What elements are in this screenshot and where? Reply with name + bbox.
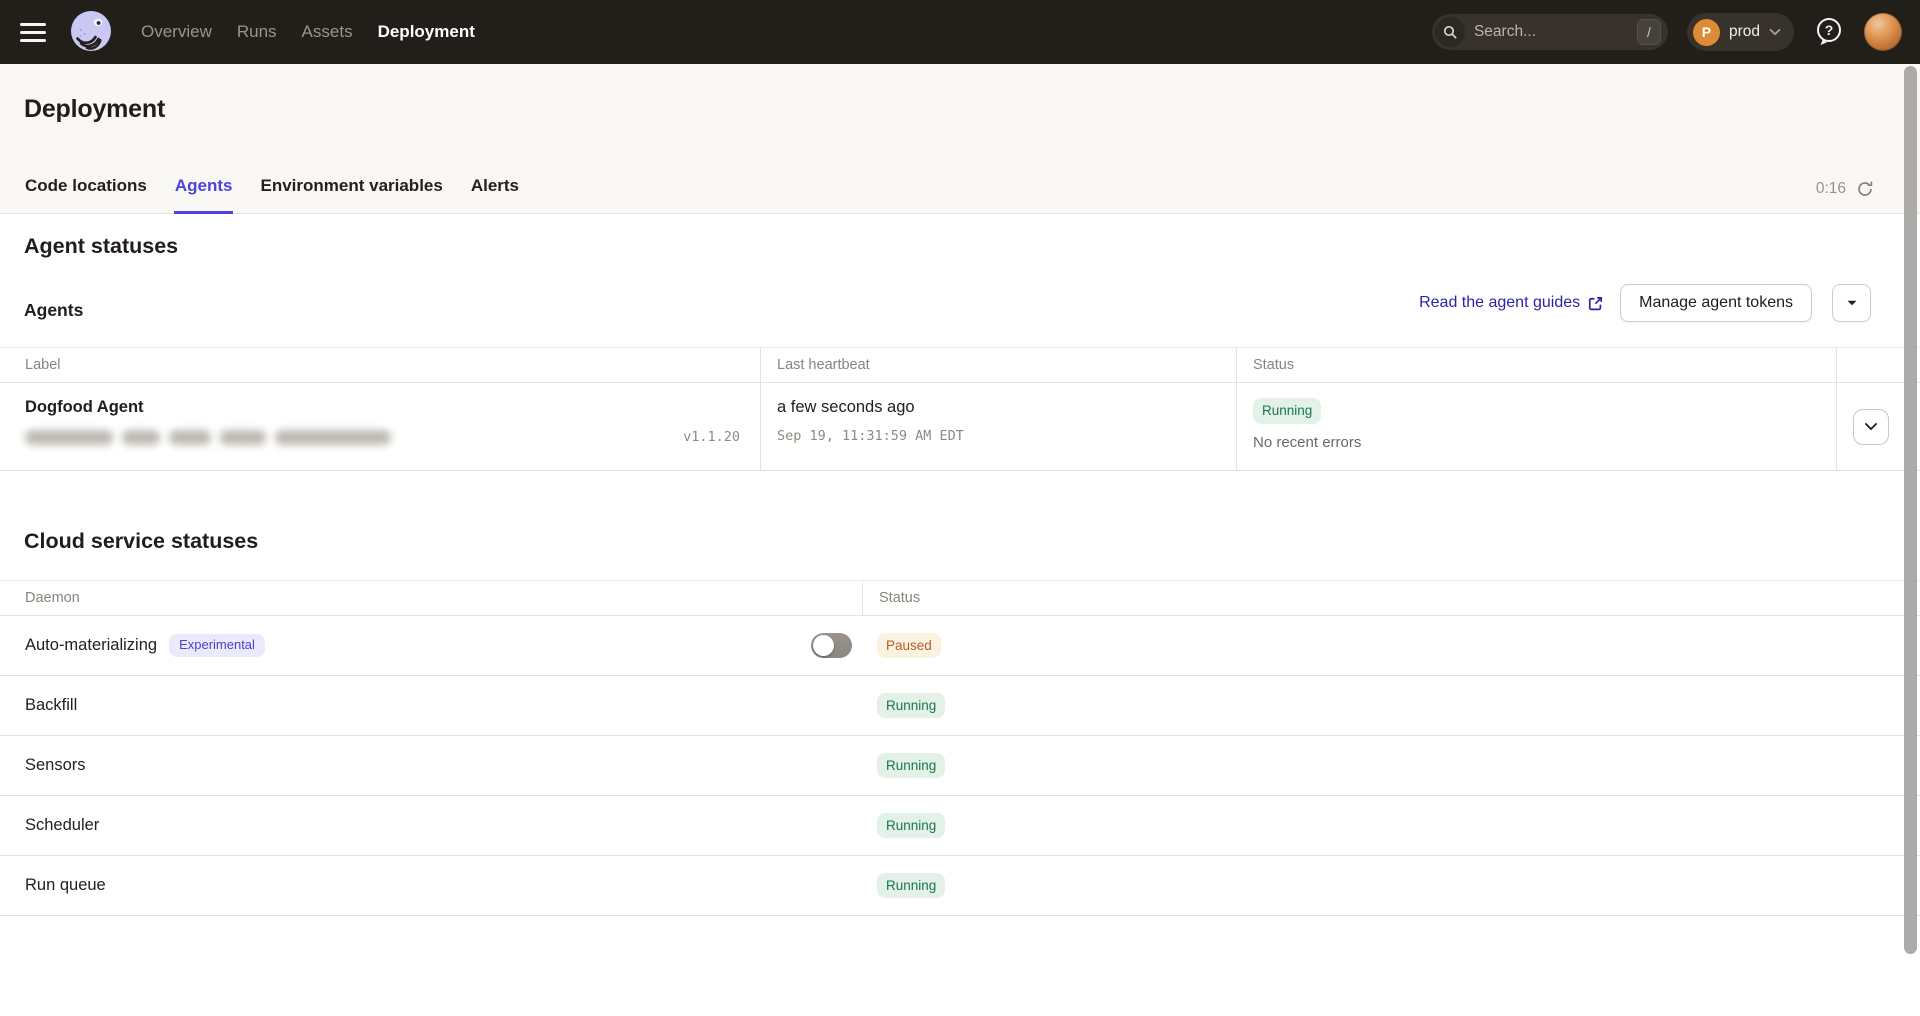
search-shortcut-key: / (1637, 19, 1661, 45)
daemon-status-cell: Running (862, 856, 1920, 915)
page-title: Deployment (24, 95, 165, 124)
agent-controls: Read the agent guides Manage agent token… (1419, 284, 1871, 322)
search-input-container[interactable]: / (1432, 14, 1668, 50)
experimental-badge: Experimental (169, 634, 265, 657)
daemon-status-cell: Running (862, 796, 1920, 855)
tab-code-locations[interactable]: Code locations (24, 176, 148, 214)
top-nav: Overview Runs Assets Deployment / P prod (0, 0, 1920, 64)
agent-guides-link[interactable]: Read the agent guides (1419, 294, 1604, 312)
search-input[interactable] (1474, 23, 1637, 41)
status-badge: Running (877, 873, 945, 899)
daemons-table: Daemon Status Auto-materializing Experim… (0, 580, 1920, 916)
agent-version: v1.1.20 (683, 429, 740, 445)
refresh-control[interactable]: 0:16 (1816, 180, 1874, 198)
nav-item-overview[interactable]: Overview (141, 22, 212, 42)
primary-nav: Overview Runs Assets Deployment (141, 22, 475, 42)
daemon-cell: Auto-materializing Experimental (0, 616, 862, 675)
scrollbar-thumb[interactable] (1904, 66, 1917, 954)
daemon-name: Backfill (25, 696, 77, 715)
daemon-cell: Backfill (0, 676, 862, 735)
svg-text:?: ? (1825, 22, 1834, 38)
agent-name: Dogfood Agent (25, 398, 744, 417)
daemon-name: Sensors (25, 756, 86, 775)
page-header: Deployment Code locations Agents Environ… (0, 64, 1920, 214)
expand-row-button[interactable] (1853, 409, 1889, 445)
table-row: Run queue Running (0, 856, 1920, 916)
user-avatar[interactable] (1864, 13, 1902, 51)
agent-statuses-heading: Agent statuses (24, 234, 178, 259)
agent-label-cell: Dogfood Agent v1.1.20 (0, 383, 760, 470)
chevron-down-icon (1769, 28, 1781, 36)
daemon-cell: Run queue (0, 856, 862, 915)
daemon-name: Auto-materializing (25, 636, 157, 655)
column-header-label: Label (0, 348, 760, 382)
agents-table: Label Last heartbeat Status Dogfood Agen… (0, 347, 1920, 471)
external-link-icon (1587, 295, 1604, 312)
table-row: Auto-materializing Experimental Paused (0, 616, 1920, 676)
agents-subheading: Agents (24, 300, 83, 321)
tab-bar: Code locations Agents Environment variab… (24, 176, 520, 214)
chevron-down-icon (1865, 423, 1877, 430)
tab-agents[interactable]: Agents (174, 176, 234, 214)
daemon-status-cell: Running (862, 736, 1920, 795)
agent-actions-dropdown-button[interactable] (1832, 284, 1871, 322)
refresh-icon (1856, 180, 1874, 198)
table-row: Sensors Running (0, 736, 1920, 796)
column-header-daemon: Daemon (0, 581, 862, 615)
heartbeat-timestamp: Sep 19, 11:31:59 AM EDT (777, 428, 1220, 444)
menu-icon[interactable] (20, 23, 46, 42)
agents-table-header: Label Last heartbeat Status (0, 347, 1920, 383)
nav-item-runs[interactable]: Runs (237, 22, 277, 42)
tab-alerts[interactable]: Alerts (470, 176, 520, 214)
caret-down-icon (1847, 300, 1857, 306)
search-icon (1435, 17, 1465, 47)
deployment-switcher[interactable]: P prod (1687, 13, 1794, 51)
status-badge: Running (1253, 398, 1321, 424)
dagster-logo[interactable] (68, 9, 114, 55)
agent-status-cell: Running No recent errors (1236, 383, 1836, 470)
daemon-name: Scheduler (25, 816, 99, 835)
daemons-table-header: Daemon Status (0, 580, 1920, 616)
status-badge: Paused (877, 633, 941, 659)
daemon-status-cell: Paused (862, 616, 1920, 675)
nav-item-assets[interactable]: Assets (302, 22, 353, 42)
agent-id-redacted (25, 430, 391, 445)
status-badge: Running (877, 753, 945, 779)
refresh-timer: 0:16 (1816, 180, 1846, 198)
daemon-name: Run queue (25, 876, 106, 895)
status-badge: Running (877, 693, 945, 719)
cloud-statuses-heading: Cloud service statuses (24, 529, 258, 554)
status-note: No recent errors (1253, 434, 1820, 451)
agent-guides-link-label: Read the agent guides (1419, 294, 1580, 312)
daemon-cell: Scheduler (0, 796, 862, 855)
daemon-cell: Sensors (0, 736, 862, 795)
status-badge: Running (877, 813, 945, 839)
nav-item-deployment[interactable]: Deployment (378, 22, 475, 42)
deployment-avatar: P (1693, 19, 1720, 46)
table-row: Backfill Running (0, 676, 1920, 736)
table-row: Scheduler Running (0, 796, 1920, 856)
manage-agent-tokens-button[interactable]: Manage agent tokens (1620, 284, 1812, 322)
column-header-status: Status (862, 581, 1920, 615)
agent-heartbeat-cell: a few seconds ago Sep 19, 11:31:59 AM ED… (760, 383, 1236, 470)
tab-environment-variables[interactable]: Environment variables (259, 176, 443, 214)
daemon-status-cell: Running (862, 676, 1920, 735)
toggle-knob (813, 635, 834, 656)
auto-materializing-toggle[interactable] (811, 633, 852, 658)
column-header-status: Status (1236, 348, 1836, 382)
column-header-last-heartbeat: Last heartbeat (760, 348, 1236, 382)
table-row: Dogfood Agent v1.1.20 a few seconds ago … (0, 383, 1920, 471)
heartbeat-relative: a few seconds ago (777, 398, 1220, 417)
help-icon[interactable]: ? (1813, 15, 1845, 49)
deployment-name: prod (1729, 23, 1760, 41)
